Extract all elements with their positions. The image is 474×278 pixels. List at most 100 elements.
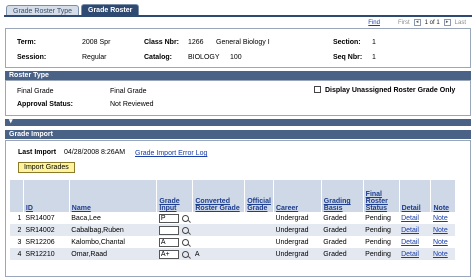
roster-grade-label: Final Grade [17,88,54,95]
note-link[interactable]: Note [430,248,455,260]
unassigned-only-label: Display Unassigned Roster Grade Only [325,87,456,94]
student-name: Omar,Raad [69,248,157,260]
career: Undergrad [275,238,309,246]
section-label: Section: [333,39,361,46]
lookup-icon[interactable] [181,214,189,222]
collapse-arrow-icon[interactable]: ▾ [9,118,13,125]
row-number: 4 [9,248,24,260]
import-grades-button[interactable]: Import Grades [18,162,75,173]
official-grade [245,236,274,248]
find-link[interactable]: Find [368,20,380,26]
col-name[interactable]: Name [68,180,157,212]
student-name: Cabalbag,Ruben [69,224,157,236]
previous-icon[interactable]: ◂ [413,19,421,26]
col-grade-input[interactable]: Grade Input [156,180,193,212]
grading-basis: Graded [321,224,364,236]
last-link[interactable]: Last [455,20,466,26]
note-link[interactable]: Note [430,224,455,236]
table-row: 2 SR14002 Cabalbag,Ruben Undergrad Grade… [9,224,455,236]
col-official-grade[interactable]: Official Grade [244,180,274,212]
col-detail[interactable]: Detail [398,180,431,212]
approval-status-value: Not Reviewed [110,101,154,108]
roster-grid: ID Name Grade Input Converted Roster Gra… [9,180,455,260]
col-final-status[interactable]: Final Roster Status [362,180,400,212]
last-import-value: 04/28/2008 8:26AM [64,149,126,156]
detail-link[interactable]: Detail [399,248,431,260]
col-row-num [9,180,24,212]
roster-type-header: Roster Type [5,71,471,80]
grading-basis: Graded [323,214,347,222]
session-label: Session: [17,54,47,61]
grading-basis: Graded [321,248,364,260]
note-link[interactable]: Note [431,236,455,248]
career: Undergrad [275,214,309,222]
col-converted-grade[interactable]: Converted Roster Grade [192,180,245,212]
career: Undergrad [273,224,322,236]
table-row: 4 SR12210 Omar,Raad A+ A Undergrad Grade… [9,248,455,260]
record-count: 1 of 1 [424,19,440,26]
collapse-bar[interactable]: ▾ [5,118,471,126]
grade-import-header: Grade Import [5,130,471,139]
grade-input[interactable]: A+ [158,249,179,259]
grade-input[interactable]: P [158,213,179,223]
catalog-label: Catalog: [144,54,172,61]
catalog-subject: BIOLOGY [188,54,220,61]
seq-nbr-label: Seq Nbr: [333,54,363,61]
detail-link[interactable]: Detail [399,224,431,236]
converted-grade [193,236,245,248]
grade-input-cell: A [157,236,193,248]
roster-type-panel: Final Grade Final Grade Display Unassign… [5,80,471,116]
student-id: SR12210 [23,248,70,260]
final-status: Pending [363,224,400,236]
term-label: Term: [17,39,36,46]
class-name: General Biology I [216,39,270,46]
final-status: Pending [363,248,400,260]
class-nbr-value: 1266 [188,39,204,46]
seq-nbr-value: 1 [372,54,376,61]
student-id: SR14007 [25,214,55,222]
grade-input-cell: P [157,212,193,224]
term-value: 2008 Spr [82,39,111,46]
next-icon[interactable]: ▸ [443,19,451,26]
row-number: 3 [17,238,22,246]
converted-grade: A [192,248,245,260]
error-log-link[interactable]: Grade Import Error Log [135,150,207,157]
table-row: 1 SR14007 Baca,Lee P Undergrad Graded Pe… [10,212,456,224]
converted-grade [192,224,245,236]
row-number: 2 [9,224,24,236]
official-grade [244,248,274,260]
final-status: Pending [365,238,391,246]
table-row: 3 SR12206 Kalombo,Chantal A Undergrad Gr… [10,236,456,248]
official-grade [245,212,274,224]
col-note[interactable]: Note [430,180,455,212]
detail-link[interactable]: Detail [399,236,431,248]
unassigned-only-checkbox[interactable] [314,86,321,93]
lookup-icon[interactable] [181,250,189,258]
approval-status-label: Approval Status: [17,101,74,108]
section-value: 1 [372,39,376,46]
final-status: Pending [365,214,391,222]
converted-grade [193,212,245,224]
catalog-number: 100 [230,54,242,61]
col-grading-basis[interactable]: Grading Basis [320,180,364,212]
official-grade [244,224,274,236]
student-name: Baca,Lee [71,214,101,222]
grade-input-cell [156,224,193,236]
grade-input[interactable] [158,225,179,235]
grading-basis: Graded [323,238,347,246]
class-info-panel: Term: 2008 Spr Class Nbr: 1266 General B… [5,28,471,68]
lookup-icon[interactable] [181,226,189,234]
col-career[interactable]: Career [272,180,322,212]
session-value: Regular [82,54,107,61]
note-link[interactable]: Note [431,212,455,224]
lookup-icon[interactable] [181,238,189,246]
row-number: 1 [17,214,22,222]
detail-link[interactable]: Detail [399,212,431,224]
student-id: SR12206 [25,238,55,246]
grade-input[interactable]: A [158,237,179,247]
first-link[interactable]: First [398,20,410,26]
student-name: Kalombo,Chantal [71,238,125,246]
career: Undergrad [273,248,322,260]
col-id[interactable]: ID [22,180,70,212]
last-import-label: Last Import [18,149,57,156]
